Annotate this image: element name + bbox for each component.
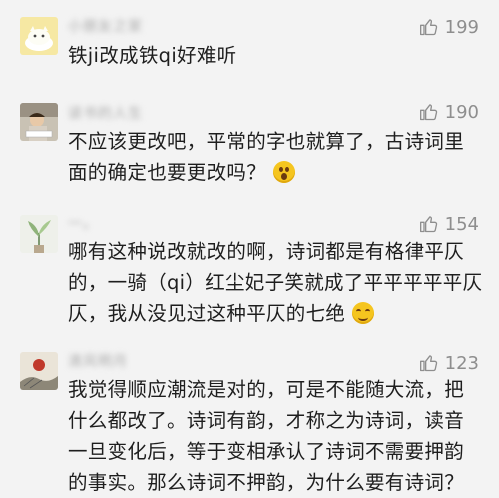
comment-body: 我觉得顺应潮流是对的，可是不能随大流，把什么都改了。诗词有韵，才称之为诗词，读音…: [68, 378, 465, 494]
comment-text: 铁ji改成铁qi好难听: [68, 40, 483, 71]
comment-body: 哪有这种说改就改的啊，诗词都是有格律平仄的，一骑（qi）红尘妃子笑就成了平平平平…: [68, 240, 483, 325]
username[interactable]: 一。: [68, 213, 98, 232]
username[interactable]: 读书的人生: [68, 103, 143, 122]
like-button[interactable]: 154: [419, 211, 479, 237]
thumbs-up-icon: [419, 104, 437, 121]
avatar[interactable]: [20, 352, 58, 390]
like-count: 123: [444, 352, 479, 374]
like-button[interactable]: 199: [419, 14, 479, 40]
like-button[interactable]: 123: [419, 350, 479, 376]
like-count: 199: [444, 16, 479, 38]
like-button[interactable]: 190: [419, 99, 479, 125]
comment-text: 哪有这种说改就改的啊，诗词都是有格律平仄的，一骑（qi）红尘妃子笑就成了平平平平…: [68, 236, 483, 329]
like-count: 190: [444, 101, 479, 123]
plant-avatar-icon: [20, 215, 58, 253]
avatar[interactable]: [20, 103, 58, 141]
comment-body: 铁ji改成铁qi好难听: [68, 44, 237, 67]
child-reading-avatar-icon: [20, 103, 58, 141]
thumbs-up-icon: [419, 355, 437, 372]
avatar[interactable]: [20, 17, 58, 55]
thumbs-up-icon: [419, 216, 437, 233]
avatar[interactable]: [20, 215, 58, 253]
landscape-painting-avatar-icon: [20, 352, 58, 390]
shocked-face-emoji: [272, 161, 295, 183]
comment-text: 不应该更改吧，平常的字也就算了，古诗词里面的确定也要更改吗？: [68, 126, 483, 188]
thumbs-up-icon: [419, 19, 437, 36]
comment-body: 不应该更改吧，平常的字也就算了，古诗词里面的确定也要更改吗？: [68, 130, 465, 184]
username[interactable]: 小朋友之家: [68, 16, 143, 35]
like-count: 154: [444, 213, 479, 235]
cartoon-cat-avatar-icon: [20, 17, 58, 55]
comment-text: 我觉得顺应潮流是对的，可是不能随大流，把什么都改了。诗词有韵，才称之为诗词，读音…: [68, 374, 483, 498]
username[interactable]: 清风明月: [68, 351, 128, 370]
upside-down-face-emoji: [351, 302, 374, 324]
